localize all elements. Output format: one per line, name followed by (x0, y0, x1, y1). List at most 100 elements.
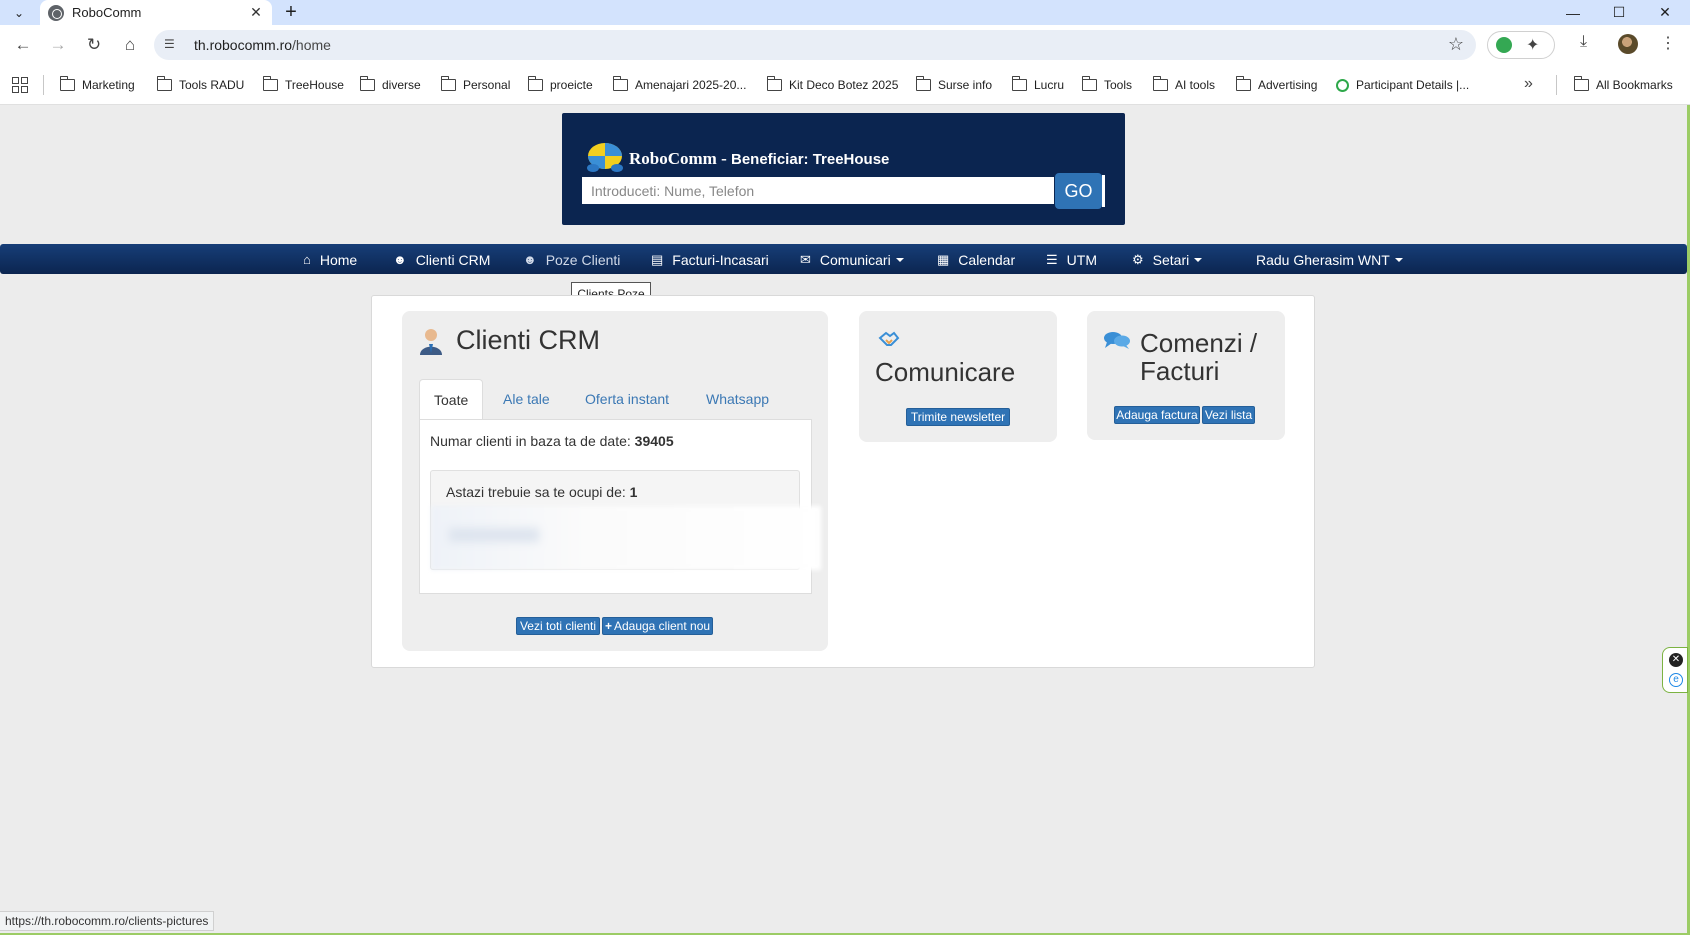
bookmark-link[interactable]: Participant Details |... (1336, 76, 1469, 94)
site-header: RoboComm - Beneficiar: TreeHouse GO (562, 113, 1125, 225)
bookmark-folder[interactable]: Tools (1081, 76, 1132, 94)
send-newsletter-button[interactable]: Trimite newsletter (906, 408, 1010, 426)
panel-title: Clienti CRM (456, 325, 601, 355)
bookmarks-divider (1556, 75, 1557, 95)
folder-icon (156, 76, 172, 91)
tab-ale-tale[interactable]: Ale tale (503, 379, 550, 419)
handshake-icon (878, 331, 900, 346)
profile-avatar[interactable] (1618, 34, 1638, 54)
speech-bubbles-icon (1104, 332, 1130, 349)
back-arrow-icon[interactable]: ← (9, 33, 37, 57)
bookmark-folder[interactable]: Kit Deco Botez 2025 (766, 76, 898, 94)
home-icon: ⌂ (303, 252, 311, 267)
folder-icon (440, 76, 456, 91)
window-minimize-icon[interactable]: — (1550, 0, 1596, 25)
folder-icon (612, 76, 628, 91)
blurred-client-row[interactable] (431, 506, 821, 570)
main-navbar: ⌂ Home ☻ Clienti CRM ☻ Poze Clienti ▤ Factur… (0, 244, 1687, 274)
folder-icon (1235, 76, 1251, 91)
new-tab-plus-icon[interactable]: + (280, 2, 302, 24)
nav-calendar[interactable]: ▦ Calendar (937, 251, 1015, 268)
bookmark-folder[interactable]: Advertising (1235, 76, 1317, 94)
browser-toolbar: ← → ↻ ⌂ ☰ th.robocomm.ro/home ☆ ✦ ⤓ ⋮ (0, 25, 1690, 65)
close-circle-icon[interactable]: ✕ (1669, 653, 1683, 667)
bookmark-folder[interactable]: Lucru (1011, 76, 1064, 94)
extension-green-icon[interactable] (1496, 37, 1512, 53)
search-input[interactable] (582, 177, 1054, 204)
window-close-icon[interactable]: ✕ (1642, 0, 1688, 25)
go-button[interactable]: GO (1055, 173, 1102, 209)
gears-icon: ⚙ (1132, 251, 1144, 267)
home-icon[interactable]: ⌂ (116, 33, 144, 57)
extensions-puzzle-icon[interactable]: ✦ (1526, 35, 1539, 55)
site-favicon-icon (48, 4, 64, 21)
plus-icon: + (604, 619, 612, 633)
nav-poze-clienti[interactable]: ☻ Poze Clienti (523, 251, 620, 268)
nav-comunicari-dropdown[interactable]: ✉ Comunicari (800, 251, 904, 268)
bookmark-folder[interactable]: Surse info (915, 76, 992, 94)
bookmark-folder[interactable]: diverse (359, 76, 421, 94)
bookmark-folder[interactable]: TreeHouse (262, 76, 344, 94)
browser-menu-icon[interactable]: ⋮ (1660, 33, 1676, 53)
folder-icon (766, 76, 782, 91)
panel-title: Comenzi / Facturi (1140, 328, 1258, 386)
view-list-button[interactable]: Vezi lista (1202, 406, 1255, 424)
today-tasks: Astazi trebuie sa te ocupi de: 1 (446, 484, 638, 500)
nav-utm[interactable]: ☰ UTM (1046, 251, 1097, 268)
nav-clienti-crm[interactable]: ☻ Clienti CRM (393, 251, 490, 268)
tab-oferta-instant[interactable]: Oferta instant (585, 379, 669, 419)
tab-close-icon[interactable]: ✕ (246, 3, 266, 23)
bookmark-folder[interactable]: proeicte (527, 76, 593, 94)
tab-list-chevron-icon[interactable]: ⌄ (6, 3, 32, 23)
site-settings-icon[interactable]: ☰ (164, 37, 180, 53)
tab-toate[interactable]: Toate (419, 379, 484, 419)
reload-icon[interactable]: ↻ (80, 33, 108, 57)
users-icon: ☻ (393, 252, 407, 267)
brand-title: RoboComm - Beneficiar: TreeHouse (629, 149, 890, 168)
folder-icon (59, 76, 75, 91)
address-bar[interactable]: ☰ th.robocomm.ro/home ☆ (154, 30, 1476, 60)
bookmark-folder[interactable]: Tools RADU (156, 76, 244, 94)
side-extension-widget: ✕ e (1662, 647, 1688, 693)
folder-icon (1011, 76, 1027, 91)
apps-grid-icon[interactable] (12, 77, 28, 93)
add-invoice-button[interactable]: Adauga factura (1114, 406, 1200, 424)
tab-whatsapp[interactable]: Whatsapp (706, 379, 769, 419)
document-icon: ▤ (651, 251, 664, 267)
nav-setari-dropdown[interactable]: ⚙ Setari (1132, 251, 1203, 268)
tab-title: RoboComm (72, 5, 142, 20)
view-all-clients-button[interactable]: Vezi toti clienti (516, 617, 600, 635)
nav-home[interactable]: ⌂ Home (303, 251, 357, 268)
folder-icon (915, 76, 931, 91)
e-circle-icon[interactable]: e (1669, 673, 1683, 687)
client-user-icon (420, 329, 442, 355)
folder-icon (359, 76, 375, 91)
bookmarks-overflow-icon[interactable]: » (1524, 75, 1533, 93)
robocomm-logo-icon (587, 143, 623, 172)
browser-tab-active[interactable]: RoboComm ✕ (40, 0, 272, 25)
bookmark-folder[interactable]: AI tools (1152, 76, 1215, 94)
all-bookmarks-folder[interactable]: All Bookmarks (1573, 76, 1673, 94)
folder-icon (1573, 76, 1589, 91)
green-check-icon (1336, 78, 1349, 92)
bookmark-folder[interactable]: Amenajari 2025-20... (612, 76, 746, 94)
forward-arrow-icon[interactable]: → (44, 33, 72, 57)
nav-user-dropdown[interactable]: Radu Gherasim WNT (1256, 251, 1403, 268)
crm-tabs: Toate Ale tale Oferta instant Whatsapp (419, 379, 812, 419)
bookmark-star-icon[interactable]: ☆ (1448, 34, 1464, 55)
add-client-button[interactable]: + Adauga client nou (602, 617, 713, 635)
today-box: Astazi trebuie sa te ocupi de: 1 (430, 470, 821, 570)
window-maximize-icon[interactable]: ☐ (1596, 0, 1642, 25)
panel-title: Comunicare (875, 357, 1016, 387)
folder-icon (262, 76, 278, 91)
comunicare-panel: Comunicare Trimite newsletter (859, 311, 1057, 442)
download-icon[interactable]: ⤓ (1580, 33, 1587, 51)
bookmarks-bar: Marketing Tools RADU TreeHouse diverse P… (0, 65, 1690, 105)
nav-facturi-incasari[interactable]: ▤ Facturi-Incasari (651, 251, 769, 268)
extensions-group: ✦ (1487, 31, 1555, 59)
bookmarks-divider (43, 75, 44, 95)
bookmark-folder[interactable]: Marketing (59, 76, 135, 94)
bookmark-folder[interactable]: Personal (440, 76, 510, 94)
comenzi-facturi-panel: Comenzi / Facturi Adauga factura Vezi lis… (1087, 311, 1285, 440)
url-text[interactable]: th.robocomm.ro/home (194, 37, 331, 53)
